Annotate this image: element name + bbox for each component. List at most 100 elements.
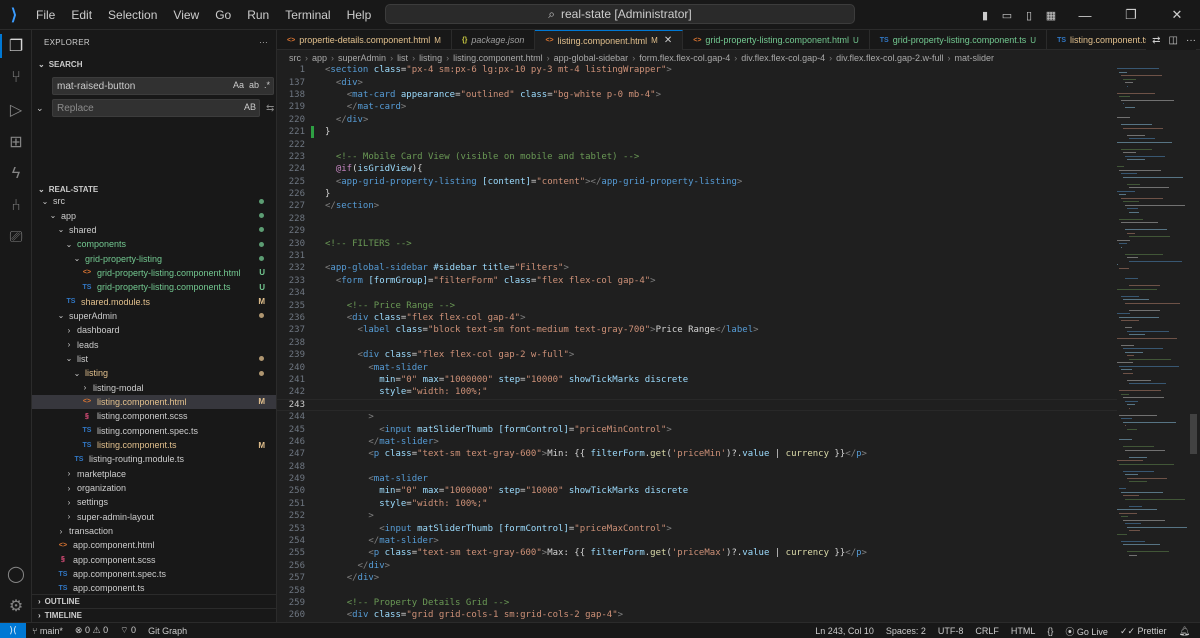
menu-item-go[interactable]: Go bbox=[207, 0, 239, 30]
code-line[interactable]: 250 min="0" max="1000000" step="10000" s… bbox=[277, 485, 1117, 497]
restore-icon[interactable]: ❐ bbox=[1108, 7, 1154, 23]
language-mode[interactable]: HTML bbox=[1005, 626, 1042, 636]
code-line[interactable]: 229 bbox=[277, 225, 1117, 237]
editor-tab[interactable]: TS grid-property-listing.component.ts U bbox=[870, 30, 1048, 50]
folder-item[interactable]: › listing-modal bbox=[32, 380, 276, 394]
code-line[interactable]: 248 bbox=[277, 461, 1117, 473]
folder-item[interactable]: › settings bbox=[32, 495, 276, 509]
braces-icon[interactable]: {} bbox=[1041, 626, 1059, 636]
code-line[interactable]: 242 style="width: 100%;" bbox=[277, 386, 1117, 398]
code-line[interactable]: 234 bbox=[277, 287, 1117, 299]
breadcrumb-item[interactable]: listing.component.html bbox=[453, 53, 543, 63]
lightning-icon[interactable]: ϟ bbox=[0, 158, 32, 190]
file-item[interactable]: <> listing.component.html M bbox=[32, 394, 276, 410]
code-line[interactable]: 1 <section class="px-4 sm:px-6 lg:px-10 p… bbox=[277, 64, 1117, 76]
breadcrumb-item[interactable]: app-global-sidebar bbox=[554, 53, 629, 63]
file-item[interactable]: <> grid-property-listing.component.html U bbox=[32, 266, 276, 280]
code-editor[interactable]: 1 <section class="px-4 sm:px-6 lg:px-10 p… bbox=[277, 64, 1117, 634]
folder-item[interactable]: ⌄ list bbox=[32, 352, 276, 366]
command-center[interactable]: ⌕ real-state [Administrator] bbox=[385, 4, 855, 24]
code-line[interactable]: 256 </div> bbox=[277, 560, 1117, 572]
extensions-icon[interactable]: ⊞ bbox=[0, 126, 32, 158]
customize-layout-icon[interactable]: ▦ bbox=[1040, 9, 1062, 22]
file-item[interactable]: § listing.component.scss bbox=[32, 409, 276, 423]
search-section-header[interactable]: ⌄ SEARCH bbox=[32, 53, 276, 75]
file-item[interactable]: § app.component.scss bbox=[32, 553, 276, 567]
settings-gear-icon[interactable]: ⚙ bbox=[0, 590, 32, 622]
editor-tab[interactable]: <> grid-property-listing.component.html U bbox=[683, 30, 870, 50]
folder-item[interactable]: ⌄ app bbox=[32, 208, 276, 222]
source-control-icon[interactable]: ⑂ bbox=[0, 62, 32, 94]
code-line[interactable]: 219 </mat-card> bbox=[277, 101, 1117, 113]
minimap[interactable] bbox=[1113, 64, 1187, 622]
menu-item-file[interactable]: File bbox=[28, 0, 63, 30]
file-item[interactable]: TS app.component.spec.ts bbox=[32, 567, 276, 581]
folder-item[interactable]: ⌄ grid-property-listing bbox=[32, 251, 276, 265]
code-line[interactable]: 138 <mat-card appearance="outlined" clas… bbox=[277, 89, 1117, 101]
code-line[interactable]: 233 <form [formGroup]="filterForm" class… bbox=[277, 275, 1117, 287]
editor-tab[interactable]: {} package.json bbox=[452, 30, 536, 50]
code-line[interactable]: 244 > bbox=[277, 411, 1117, 423]
folder-item[interactable]: ⌄ superAdmin bbox=[32, 309, 276, 323]
code-line[interactable]: 247 <p class="text-sm text-gray-600">Min… bbox=[277, 448, 1117, 460]
editor-tab[interactable]: <> propertie-details.component.html M bbox=[277, 30, 452, 50]
preserve-case-icon[interactable]: AB bbox=[244, 102, 256, 112]
close-window-icon[interactable]: ✕ bbox=[1154, 7, 1200, 23]
breadcrumb-item[interactable]: div.flex.flex-col.gap-4 bbox=[741, 53, 825, 63]
code-line[interactable]: 249 <mat-slider bbox=[277, 473, 1117, 485]
menu-item-terminal[interactable]: Terminal bbox=[277, 0, 338, 30]
run-debug-icon[interactable]: ▷ bbox=[0, 94, 32, 126]
git-graph-icon[interactable]: ⑃ bbox=[0, 190, 32, 222]
code-line[interactable]: 259 <!-- Property Details Grid --> bbox=[277, 597, 1117, 609]
code-line[interactable]: 231 bbox=[277, 250, 1117, 262]
regex-icon[interactable]: .* bbox=[264, 80, 270, 90]
go-live-status[interactable]: ⦿ Go Live bbox=[1059, 625, 1114, 638]
remote-explorer-icon[interactable]: ⎚ bbox=[0, 222, 32, 254]
outline-section[interactable]: › OUTLINE bbox=[32, 594, 276, 608]
code-line[interactable]: 252 > bbox=[277, 510, 1117, 522]
code-line[interactable]: 227 </section> bbox=[277, 200, 1117, 212]
editor-tab[interactable]: <> listing.component.html M ✕ bbox=[535, 30, 684, 50]
explorer-icon[interactable]: ❐ bbox=[0, 30, 32, 62]
breadcrumb-item[interactable]: listing bbox=[419, 53, 442, 63]
file-item[interactable]: <> app.component.html bbox=[32, 538, 276, 552]
folder-item[interactable]: › leads bbox=[32, 337, 276, 351]
code-line[interactable]: 253 <input matSliderThumb [formControl]=… bbox=[277, 522, 1117, 534]
code-line[interactable]: 241 min="0" max="1000000" step="10000" s… bbox=[277, 374, 1117, 386]
end-of-line[interactable]: CRLF bbox=[969, 626, 1005, 636]
code-line[interactable]: 240 <mat-slider bbox=[277, 361, 1117, 373]
menu-item-help[interactable]: Help bbox=[339, 0, 380, 30]
code-line[interactable]: 220 </div> bbox=[277, 114, 1117, 126]
breadcrumb-item[interactable]: mat-slider bbox=[954, 53, 994, 63]
cursor-position[interactable]: Ln 243, Col 10 bbox=[809, 626, 880, 636]
ports-status[interactable]: ⌔ 0 bbox=[114, 625, 142, 636]
scrollbar-thumb[interactable] bbox=[1190, 414, 1197, 454]
code-line[interactable]: 235 <!-- Price Range --> bbox=[277, 299, 1117, 311]
file-item[interactable]: TS listing.component.spec.ts bbox=[32, 424, 276, 438]
code-line[interactable]: 222 bbox=[277, 138, 1117, 150]
code-line[interactable]: 246 </mat-slider> bbox=[277, 436, 1117, 448]
vertical-scrollbar[interactable] bbox=[1188, 64, 1200, 622]
account-icon[interactable]: ◯ bbox=[0, 558, 32, 590]
folder-item[interactable]: › super-admin-layout bbox=[32, 510, 276, 524]
toggle-secondary-sidebar-icon[interactable]: ▯ bbox=[1018, 9, 1040, 22]
timeline-section[interactable]: › TIMELINE bbox=[32, 608, 276, 622]
code-line[interactable]: 239 <div class="flex flex-col gap-2 w-fu… bbox=[277, 349, 1117, 361]
chevron-down-icon[interactable]: ⌄ bbox=[36, 103, 46, 114]
folder-item[interactable]: ⌄ shared bbox=[32, 223, 276, 237]
file-item[interactable]: TS shared.module.ts M bbox=[32, 294, 276, 308]
code-line[interactable]: 236 <div class="flex flex-col gap-4"> bbox=[277, 312, 1117, 324]
toggle-panel-icon[interactable]: ▭ bbox=[996, 9, 1018, 22]
notifications-bell-icon[interactable]: 🔔︎ bbox=[1173, 626, 1196, 637]
menu-item-view[interactable]: View bbox=[165, 0, 207, 30]
toggle-primary-sidebar-icon[interactable]: ▮ bbox=[974, 9, 996, 22]
breadcrumb-item[interactable]: superAdmin bbox=[338, 53, 386, 63]
code-line[interactable]: 257 </div> bbox=[277, 572, 1117, 584]
search-input[interactable]: mat-raised-button Aa ab .* bbox=[52, 77, 274, 95]
code-line[interactable]: 224 @if(isGridView){ bbox=[277, 163, 1117, 175]
minimize-icon[interactable]: — bbox=[1062, 8, 1108, 23]
menu-item-selection[interactable]: Selection bbox=[100, 0, 165, 30]
replace-input[interactable]: Replace AB bbox=[52, 99, 260, 117]
folder-item[interactable]: ⌄ listing bbox=[32, 366, 276, 380]
more-actions-icon[interactable]: ··· bbox=[259, 38, 268, 47]
